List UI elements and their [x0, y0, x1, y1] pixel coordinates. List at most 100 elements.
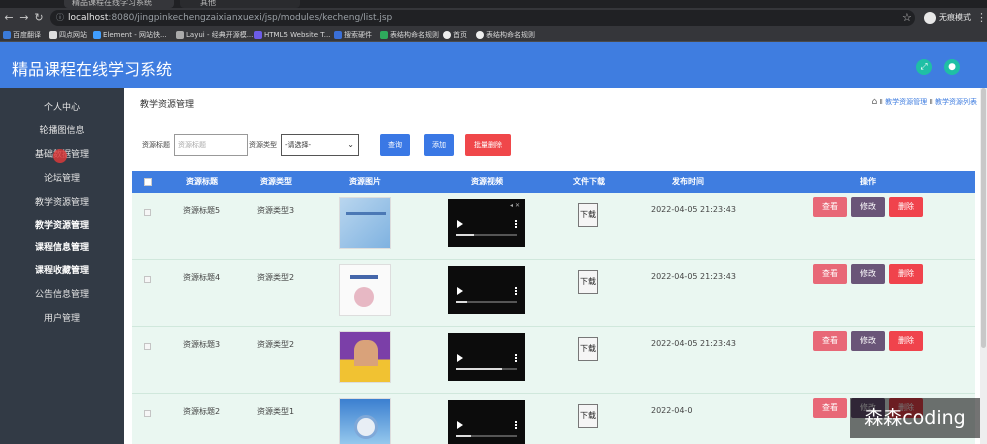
page-scrollbar[interactable]	[980, 88, 987, 444]
type-select[interactable]: -请选择- ⌄	[281, 134, 359, 156]
bookmark-item[interactable]: 表结构命名规则	[476, 29, 535, 41]
video-watermark: 森森coding	[850, 398, 980, 438]
sidebar-subitem-teaching-resources[interactable]: 教学资源管理	[0, 218, 124, 234]
download-button[interactable]: 下载	[578, 337, 598, 361]
reload-icon[interactable]: ↻	[32, 11, 46, 25]
back-icon[interactable]: ←	[2, 11, 16, 25]
play-icon[interactable]	[457, 220, 463, 228]
resource-title: 资源标题2	[183, 407, 221, 416]
browser-menu-icon[interactable]: ⋮	[976, 11, 987, 24]
bookmark-item[interactable]: 表结构命名规则	[380, 29, 439, 41]
video-progress-bar[interactable]	[456, 234, 517, 236]
video-progress-fill	[456, 435, 472, 437]
scrollbar-thumb[interactable]	[981, 88, 986, 348]
profile-button[interactable]: 无痕模式	[924, 11, 971, 25]
delete-button[interactable]: 删除	[889, 264, 923, 284]
cover-graphic	[354, 415, 378, 439]
home-icon[interactable]: ⌂	[871, 97, 877, 107]
bookmark-star-icon[interactable]: ☆	[902, 11, 912, 24]
browser-tab[interactable]: 其他	[180, 0, 300, 8]
sidebar-item-users[interactable]: 用户管理	[0, 311, 124, 327]
title-search-input[interactable]: 资源标题	[174, 134, 248, 156]
video-player[interactable]	[448, 333, 525, 381]
bookmark-item[interactable]: Element - 网站快...	[93, 29, 167, 41]
bookmark-icon	[334, 31, 342, 39]
info-icon[interactable]: ⓘ	[56, 10, 64, 26]
breadcrumb-item: 教学资源列表	[935, 98, 977, 106]
sidebar-item-carousel[interactable]: 轮播图信息	[0, 123, 124, 139]
video-menu-icon[interactable]	[515, 354, 517, 362]
breadcrumb: ⌂ Ⅱ 教学资源管理 Ⅱ 教学资源列表	[871, 97, 977, 107]
bookmark-icon	[176, 31, 184, 39]
edit-button[interactable]: 修改	[851, 197, 885, 217]
resource-type: 资源类型1	[257, 407, 295, 416]
video-progress-bar[interactable]	[456, 301, 517, 303]
mouse-cursor-highlight	[53, 149, 67, 163]
sidebar-item-teaching-resources[interactable]: 教学资源管理	[0, 195, 124, 211]
play-icon[interactable]	[457, 421, 463, 429]
resource-image	[339, 398, 391, 444]
column-header: 文件下载	[573, 177, 605, 186]
play-icon[interactable]	[457, 287, 463, 295]
video-player[interactable]: ◂ ✕	[448, 199, 525, 247]
video-player[interactable]	[448, 400, 525, 444]
video-player[interactable]	[448, 266, 525, 314]
url-path: :8080/jingpinkechengzaixianxuexi/jsp/mod…	[108, 13, 393, 23]
select-all-checkbox[interactable]	[144, 178, 152, 186]
video-menu-icon[interactable]	[515, 287, 517, 295]
sidebar-subitem-course-favorites[interactable]: 课程收藏管理	[0, 263, 124, 279]
bookmark-item[interactable]: 四点网站	[49, 29, 87, 41]
fullscreen-icon[interactable]: ⤢	[916, 59, 932, 75]
edit-button[interactable]: 修改	[851, 264, 885, 284]
sidebar-item-personal-center[interactable]: 个人中心	[0, 100, 124, 116]
delete-button[interactable]: 删除	[889, 331, 923, 351]
video-menu-icon[interactable]	[515, 421, 517, 429]
browser-tab-active[interactable]: 精品课程在线学习系统	[64, 0, 174, 8]
sidebar-item-announcements[interactable]: 公告信息管理	[0, 287, 124, 303]
delete-button[interactable]: 删除	[889, 197, 923, 217]
query-button[interactable]: 查询	[380, 134, 410, 156]
bookmarks-bar: 百度翻译 四点网站 Element - 网站快... Layui - 经典开源模…	[0, 28, 987, 42]
bookmark-icon	[93, 31, 101, 39]
breadcrumb-separator: Ⅱ	[929, 98, 933, 106]
bookmark-item[interactable]: 百度翻译	[3, 29, 41, 41]
row-checkbox[interactable]	[144, 276, 151, 283]
bookmark-item[interactable]: 搜索硬件	[334, 29, 372, 41]
video-menu-icon[interactable]	[515, 220, 517, 228]
breadcrumb-item[interactable]: 教学资源管理	[885, 98, 927, 106]
download-button[interactable]: 下载	[578, 203, 598, 227]
row-checkbox[interactable]	[144, 343, 151, 350]
publish-time: 2022-04-05 21:23:43	[651, 205, 736, 214]
row-checkbox[interactable]	[144, 410, 151, 417]
resource-type: 资源类型2	[257, 340, 295, 349]
bookmark-item[interactable]: HTML5 Website T...	[254, 29, 330, 41]
user-icon[interactable]: ●	[944, 59, 960, 75]
app-title: 精品课程在线学习系统	[12, 60, 173, 79]
video-progress-fill	[456, 234, 475, 236]
view-button[interactable]: 查看	[813, 197, 847, 217]
bookmark-item[interactable]: Layui - 经典开源模...	[176, 29, 253, 41]
batch-delete-button[interactable]: 批量删除	[465, 134, 511, 156]
download-button[interactable]: 下载	[578, 270, 598, 294]
video-progress-bar[interactable]	[456, 435, 517, 437]
url-input[interactable]: ⓘ localhost:8080/jingpinkechengzaixianxu…	[50, 10, 915, 26]
add-button[interactable]: 添加	[424, 134, 454, 156]
play-icon[interactable]	[457, 354, 463, 362]
sidebar-item-forum[interactable]: 论坛管理	[0, 171, 124, 187]
view-button[interactable]: 查看	[813, 398, 847, 418]
row-checkbox[interactable]	[144, 209, 151, 216]
address-bar: ← → ↻ ⓘ localhost:8080/jingpinkechengzai…	[0, 8, 987, 28]
sidebar-subitem-course-info[interactable]: 课程信息管理	[0, 240, 124, 256]
edit-button[interactable]: 修改	[851, 331, 885, 351]
bookmark-icon	[443, 31, 451, 39]
download-button[interactable]: 下载	[578, 404, 598, 428]
table-header: 资源标题 资源类型 资源图片 资源视频 文件下载 发布时间 操作	[132, 171, 975, 193]
bookmark-item[interactable]: 首页	[443, 29, 467, 41]
forward-icon[interactable]: →	[17, 11, 31, 25]
view-button[interactable]: 查看	[813, 331, 847, 351]
cover-text-line	[350, 275, 378, 279]
resource-image	[339, 264, 391, 316]
view-button[interactable]: 查看	[813, 264, 847, 284]
video-progress-bar[interactable]	[456, 368, 517, 370]
resource-title: 资源标题3	[183, 340, 221, 349]
